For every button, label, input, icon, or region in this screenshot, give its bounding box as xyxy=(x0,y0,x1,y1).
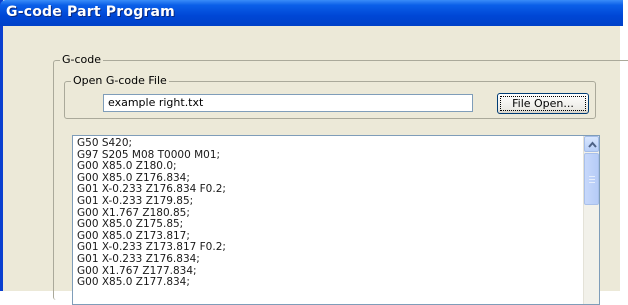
scroll-thumb-grip xyxy=(589,179,595,180)
scroll-thumb-grip xyxy=(589,176,595,177)
gcode-line[interactable]: G01 X-0.233 Z176.834; xyxy=(77,253,577,266)
title-bar[interactable]: G-code Part Program xyxy=(0,0,623,26)
window-title: G-code Part Program xyxy=(6,4,175,20)
gcode-part-program-window: G-code Part Program G-code Open G-code F… xyxy=(0,0,628,305)
gcode-listbox[interactable]: G50 S420; G97 S205 M08 T0000 M01; G00 X85.… xyxy=(72,135,600,305)
chevron-up-icon xyxy=(588,141,597,148)
file-open-button-label: File Open... xyxy=(500,96,586,111)
scroll-thumb-grip xyxy=(589,182,595,183)
file-open-button[interactable]: File Open... xyxy=(497,93,589,114)
scroll-thumb[interactable] xyxy=(584,153,599,205)
gcode-line[interactable]: G50 S420; xyxy=(77,137,577,150)
gcode-group-legend: G-code xyxy=(60,53,104,66)
gcode-lines: G50 S420; G97 S205 M08 T0000 M01; G00 X85.… xyxy=(77,137,577,289)
vertical-scrollbar[interactable] xyxy=(583,136,599,304)
gcode-line[interactable]: G00 X85.0 Z175.85; xyxy=(77,219,577,231)
file-path-field[interactable]: example right.txt xyxy=(103,94,473,112)
gcode-line[interactable]: G00 X85.0 Z177.834; xyxy=(77,277,577,289)
open-file-group: Open G-code File example right.txt File … xyxy=(64,74,596,119)
gcode-line[interactable]: G01 X-0.233 Z179.85; xyxy=(77,195,577,208)
open-file-group-legend: Open G-code File xyxy=(71,74,169,87)
scroll-up-button[interactable] xyxy=(584,136,599,152)
gcode-group: G-code Open G-code File example right.tx… xyxy=(53,53,628,305)
